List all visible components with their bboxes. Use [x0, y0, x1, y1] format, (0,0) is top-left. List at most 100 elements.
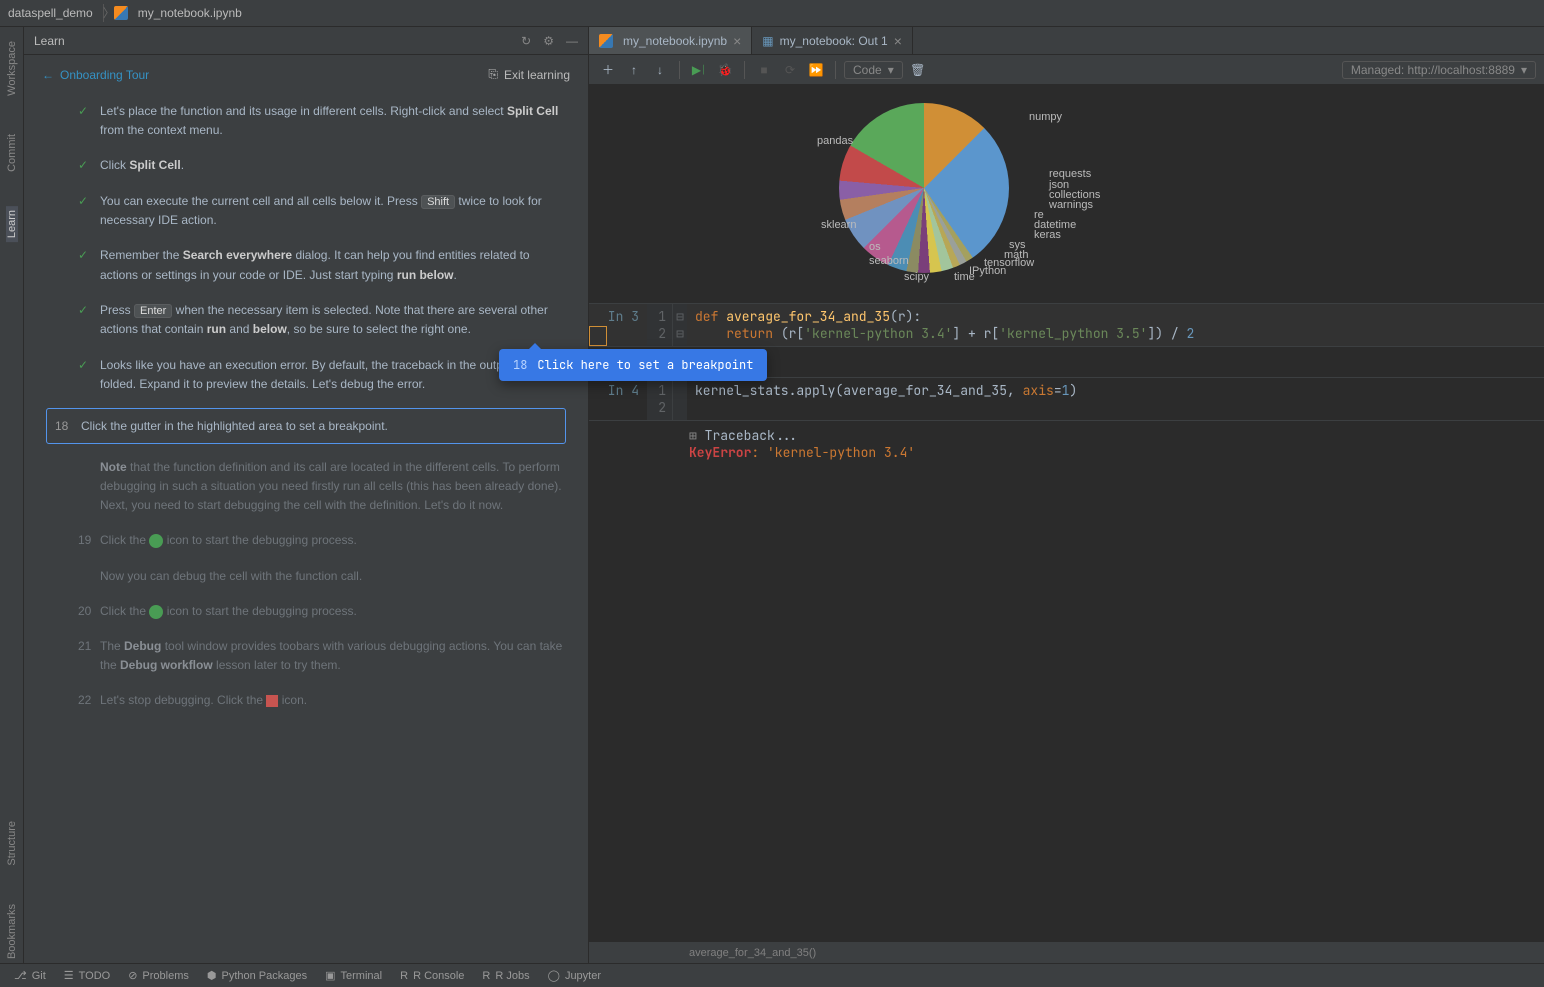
rail-learn[interactable]: Learn: [6, 206, 18, 242]
lesson-step: 20Click the icon to start the debugging …: [24, 594, 588, 629]
check-icon: ✓: [78, 246, 88, 265]
check-icon: ✓: [78, 356, 88, 375]
lesson-step: 21The Debug tool window provides toobars…: [24, 629, 588, 683]
tab-notebook[interactable]: my_notebook.ipynb ×: [589, 27, 752, 54]
pie-label: pandas: [817, 135, 853, 147]
lesson-note: Note that the function definition and it…: [24, 450, 588, 524]
bottom-python-packages[interactable]: ⬢Python Packages: [207, 969, 307, 982]
bottom-r-console[interactable]: RR Console: [400, 970, 464, 982]
pie-label: sklearn: [821, 219, 856, 231]
exit-icon: ⎘: [488, 67, 498, 82]
tour-header: ← Onboarding Tour ⎘ Exit learning: [24, 55, 588, 94]
line-gutter[interactable]: 12: [647, 304, 673, 346]
back-to-tour-link[interactable]: ← Onboarding Tour: [42, 68, 149, 82]
bug-icon: [149, 534, 163, 548]
code-cell-4[interactable]: In 4 12 kernel_stats.apply(average_for_3…: [589, 377, 1544, 421]
bottom-terminal[interactable]: ▣Terminal: [325, 969, 382, 982]
breadcrumb-bar: dataspell_demo 〉 my_notebook.ipynb: [0, 0, 1544, 27]
kernel-selector[interactable]: Managed: http://localhost:8889▾: [1342, 61, 1536, 79]
line-gutter[interactable]: 12: [647, 378, 673, 420]
breadcrumb-file[interactable]: my_notebook.ipynb: [138, 6, 242, 20]
lesson-step: 19Click the icon to start the debugging …: [24, 523, 588, 558]
code-content[interactable]: def average_for_34_and_35(r): return (r[…: [687, 304, 1544, 346]
gutter-highlight[interactable]: [589, 326, 607, 346]
move-down-button[interactable]: ↓: [649, 59, 671, 81]
exit-learning-link[interactable]: ⎘ Exit learning: [488, 67, 570, 82]
close-icon[interactable]: ×: [733, 33, 741, 49]
list-icon: ☰: [64, 969, 74, 982]
step-number: 18: [55, 419, 68, 433]
context-label: average_for_34_and_35(): [689, 947, 816, 959]
table-icon: ▦: [762, 34, 773, 48]
gear-icon[interactable]: ⚙: [543, 34, 554, 48]
pie-chart-output: numpy pandas requests json collections w…: [589, 85, 1544, 303]
pie-label: os: [869, 241, 881, 253]
bottom-tool-bar: ⎇Git ☰TODO ⊘Problems ⬢Python Packages ▣T…: [0, 963, 1544, 987]
stop-button: ■: [753, 59, 775, 81]
jupyter-notebook-icon: [599, 34, 613, 48]
tab-output[interactable]: ▦ my_notebook: Out 1 ×: [752, 27, 913, 54]
bug-icon: [149, 605, 163, 619]
pie-chart: [839, 103, 1009, 273]
move-up-button[interactable]: ↑: [623, 59, 645, 81]
lesson-step: ✓Press Enter when the necessary item is …: [24, 293, 588, 348]
r-icon: R: [482, 970, 490, 982]
debug-cell-button[interactable]: 🐞: [714, 59, 736, 81]
editor-tabbar: my_notebook.ipynb × ▦ my_notebook: Out 1…: [589, 27, 1544, 55]
expand-icon: ⊞: [689, 427, 697, 444]
notebook-toolbar: ＋ ↑ ↓ ▶│ 🐞 ■ ⟳ ⏩ Code▾ 🗑 Managed: http:/…: [589, 55, 1544, 85]
minimize-icon[interactable]: —: [566, 34, 578, 48]
cell-prompt: In 4: [589, 378, 647, 420]
editor-area: my_notebook.ipynb × ▦ my_notebook: Out 1…: [589, 27, 1544, 963]
breadcrumb-project[interactable]: dataspell_demo: [8, 6, 93, 20]
close-icon[interactable]: ×: [894, 33, 902, 49]
restart-kernel-button[interactable]: ⟳: [779, 59, 801, 81]
breadcrumb[interactable]: dataspell_demo 〉 my_notebook.ipynb: [8, 4, 242, 22]
learn-panel-title: Learn: [34, 34, 65, 48]
check-icon: ✓: [78, 156, 88, 175]
editor-statusbar: average_for_34_and_35(): [589, 941, 1544, 963]
lesson-step: ✓You can execute the current cell and al…: [24, 184, 588, 239]
arrow-left-icon: ←: [42, 68, 54, 82]
bottom-git[interactable]: ⎇Git: [14, 969, 46, 982]
rail-workspace[interactable]: Workspace: [6, 37, 18, 100]
r-icon: R: [400, 970, 408, 982]
lesson-step: ✓Click Split Cell.: [24, 148, 588, 183]
fold-gutter[interactable]: [673, 378, 687, 420]
traceback-toggle[interactable]: ⊞ Traceback...: [689, 427, 1536, 444]
bottom-todo[interactable]: ☰TODO: [64, 969, 110, 982]
pie-label: seaborn: [869, 255, 909, 267]
bottom-jupyter[interactable]: ◯Jupyter: [548, 969, 601, 982]
terminal-icon: ▣: [325, 969, 335, 982]
pie-label: keras: [1034, 229, 1061, 241]
bottom-r-jobs[interactable]: RR Jobs: [482, 970, 529, 982]
branch-icon: ⎇: [14, 969, 27, 982]
cell-output: ⊞ Traceback... KeyError: 'kernel-python …: [589, 421, 1544, 467]
fold-gutter[interactable]: ⊟⊟: [673, 304, 687, 346]
rail-bookmarks[interactable]: Bookmarks: [6, 900, 18, 963]
add-cell-button[interactable]: ＋: [597, 59, 619, 81]
rail-structure[interactable]: Structure: [6, 817, 18, 870]
cell-type-dropdown[interactable]: Code▾: [844, 61, 903, 79]
run-cell-button[interactable]: ▶│: [688, 59, 710, 81]
lesson-step: 22Let's stop debugging. Click the icon.: [24, 683, 588, 718]
lesson-step-current: 18 Click the gutter in the highlighted a…: [46, 408, 566, 444]
rail-commit[interactable]: Commit: [6, 130, 18, 176]
python-icon: ⬢: [207, 969, 217, 982]
learn-panel-header: Learn ↻ ⚙ —: [24, 27, 588, 55]
jupyter-notebook-icon: [114, 6, 128, 20]
code-content[interactable]: kernel_stats.apply(average_for_34_and_35…: [687, 378, 1544, 420]
delete-cell-button[interactable]: 🗑: [907, 59, 929, 81]
code-cell-3[interactable]: In 3 12 ⊟⊟ def average_for_34_and_35(r):…: [589, 303, 1544, 347]
pie-label: time: [954, 271, 975, 283]
stop-icon: [266, 695, 278, 707]
check-icon: ✓: [78, 301, 88, 320]
chevron-down-icon: ▾: [888, 63, 894, 77]
bottom-problems[interactable]: ⊘Problems: [128, 969, 189, 982]
restart-icon[interactable]: ↻: [521, 34, 531, 48]
jupyter-icon: ◯: [548, 969, 560, 982]
left-tool-rail: Workspace Commit Learn Structure Bookmar…: [0, 27, 24, 963]
notebook-content[interactable]: numpy pandas requests json collections w…: [589, 85, 1544, 941]
lesson-steps[interactable]: ✓Let's place the function and its usage …: [24, 94, 588, 963]
run-all-button[interactable]: ⏩: [805, 59, 827, 81]
